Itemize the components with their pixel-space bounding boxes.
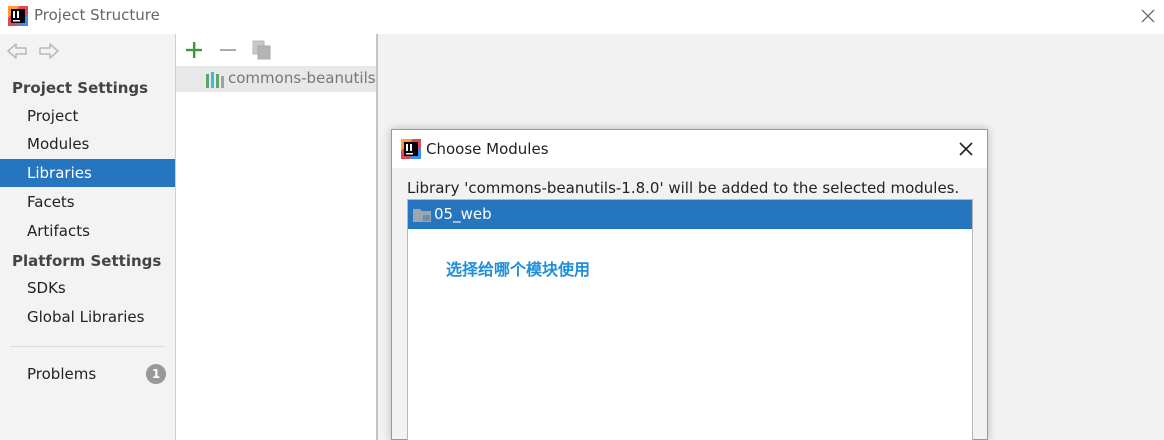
section-project-settings: Project Settings xyxy=(12,79,149,97)
module-name: 05_web xyxy=(434,205,492,223)
sidebar-item-modules[interactable]: Modules xyxy=(0,130,175,158)
add-icon[interactable] xyxy=(184,40,204,60)
sidebar-divider xyxy=(10,346,165,347)
module-list: 05_web 选择给哪个模块使用 xyxy=(407,199,973,440)
sidebar-item-artifacts[interactable]: Artifacts xyxy=(0,217,175,245)
window-close-icon[interactable] xyxy=(1136,4,1160,28)
module-folder-icon xyxy=(413,209,431,222)
window-title-bar: Project Structure xyxy=(0,0,1164,34)
choose-modules-dialog: Choose Modules Library 'commons-beanutil… xyxy=(391,129,988,440)
annotation-text: 选择给哪个模块使用 xyxy=(446,260,591,279)
sidebar-item-global-libraries[interactable]: Global Libraries xyxy=(0,303,175,331)
settings-sidebar: Project Settings Project Modules Librari… xyxy=(0,34,175,440)
remove-icon[interactable] xyxy=(218,40,238,60)
intellij-app-icon xyxy=(8,6,28,26)
sidebar-item-project[interactable]: Project xyxy=(0,102,175,130)
forward-arrow-icon[interactable] xyxy=(38,42,60,60)
module-list-item[interactable]: 05_web xyxy=(408,200,972,229)
window-title: Project Structure xyxy=(34,6,160,24)
library-name: commons-beanutils-1.8.0 xyxy=(228,69,377,87)
copy-icon[interactable] xyxy=(252,40,272,60)
problems-count-badge: 1 xyxy=(146,364,166,384)
intellij-app-icon xyxy=(401,139,421,159)
dialog-title: Choose Modules xyxy=(426,140,549,158)
sidebar-item-facets[interactable]: Facets xyxy=(0,188,175,216)
sidebar-item-libraries[interactable]: Libraries xyxy=(0,159,175,187)
back-arrow-icon[interactable] xyxy=(6,42,28,60)
libraries-panel: commons-beanutils-1.8.0 xyxy=(175,34,377,440)
library-list-item[interactable]: commons-beanutils-1.8.0 xyxy=(176,66,377,92)
library-icon xyxy=(206,72,224,88)
sidebar-item-sdks[interactable]: SDKs xyxy=(0,274,175,302)
dialog-close-icon[interactable] xyxy=(955,138,977,160)
section-platform-settings: Platform Settings xyxy=(12,252,162,270)
dialog-title-bar: Choose Modules xyxy=(392,130,987,168)
dialog-message: Library 'commons-beanutils-1.8.0' will b… xyxy=(407,179,960,197)
